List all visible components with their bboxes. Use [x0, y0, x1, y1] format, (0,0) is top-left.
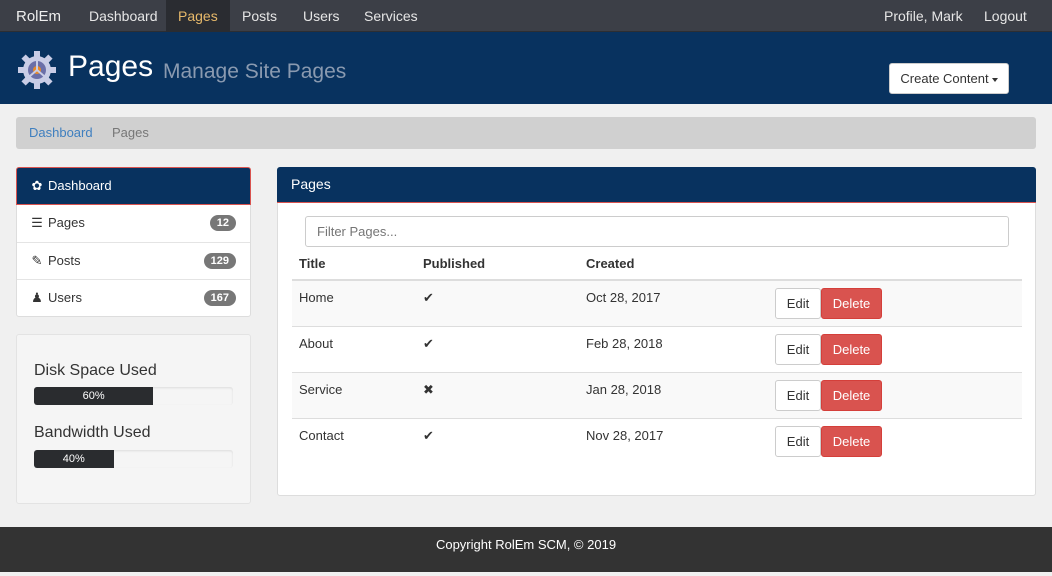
column-header-created: Created — [579, 247, 768, 281]
pages-panel: Pages Title Published Created Home ✔ Oct… — [277, 167, 1036, 496]
pencil-icon: ✎ — [31, 253, 43, 268]
row-created: Oct 28, 2017 — [579, 280, 768, 326]
nav-users[interactable]: Users — [291, 0, 352, 32]
bandwidth-label: Bandwidth Used — [34, 424, 151, 441]
row-title: Contact — [292, 417, 416, 464]
disk-space-progress: 60% — [34, 387, 233, 405]
sidebar-item-users[interactable]: ♟ Users 167 — [17, 279, 250, 316]
column-header-title: Title — [292, 247, 416, 281]
nav-pages[interactable]: Pages — [166, 0, 230, 32]
sidebar-item-label: Pages — [48, 215, 85, 230]
check-icon: ✔ — [416, 280, 579, 326]
bandwidth-progress: 40% — [34, 450, 233, 468]
filter-pages-input[interactable] — [305, 216, 1009, 247]
table-row: Service ✖ Jan 28, 2018 Edit Delete — [292, 371, 1022, 418]
nav-dashboard[interactable]: Dashboard — [77, 0, 170, 32]
page-header: Pages Manage Site Pages Create Content — [0, 32, 1052, 104]
disk-space-label: Disk Space Used — [34, 362, 157, 379]
posts-count-badge: 129 — [203, 253, 236, 269]
check-icon: ✔ — [416, 417, 579, 464]
usage-panel: Disk Space Used 60% Bandwidth Used 40% — [16, 334, 251, 504]
pages-count-badge: 12 — [209, 215, 236, 231]
sidebar-item-posts[interactable]: ✎ Posts 129 — [17, 242, 250, 279]
row-created: Nov 28, 2017 — [579, 417, 768, 464]
delete-button[interactable]: Delete — [821, 425, 882, 457]
edit-button[interactable]: Edit — [775, 288, 821, 319]
users-count-badge: 167 — [203, 290, 236, 306]
table-row: About ✔ Feb 28, 2018 Edit Delete — [292, 325, 1022, 372]
nav-logout[interactable]: Logout — [972, 0, 1039, 32]
brand-link[interactable]: RolEm — [16, 8, 61, 25]
sidebar-item-dashboard[interactable]: ✿ Dashboard — [16, 167, 251, 205]
nav-services[interactable]: Services — [352, 0, 430, 32]
user-icon: ♟ — [31, 290, 43, 305]
cog-icon: ✿ — [31, 178, 43, 193]
sidebar-item-label: Users — [48, 290, 82, 305]
sidebar-menu: ✿ Dashboard ☰ Pages 12 ✎ Posts 129 ♟ Users 1… — [16, 167, 251, 317]
column-header-actions — [768, 247, 1022, 281]
table-row: Home ✔ Oct 28, 2017 Edit Delete — [292, 280, 1022, 326]
delete-button[interactable]: Delete — [821, 333, 882, 365]
bandwidth-bar: 40% — [34, 450, 114, 468]
breadcrumb-current: Pages — [112, 125, 149, 140]
breadcrumb-dashboard-link[interactable]: Dashboard — [29, 125, 93, 140]
delete-button[interactable]: Delete — [821, 379, 882, 411]
create-content-label: Create Content — [900, 71, 989, 86]
sidebar-item-label: Dashboard — [48, 178, 112, 193]
list-icon: ☰ — [31, 215, 43, 230]
page-footer: Copyright RolEm SCM, © 2019 — [0, 527, 1052, 572]
edit-button[interactable]: Edit — [775, 425, 821, 457]
row-title: Service — [292, 371, 416, 418]
caret-down-icon — [991, 77, 998, 82]
sidebar-item-pages[interactable]: ☰ Pages 12 — [17, 205, 250, 242]
nav-posts[interactable]: Posts — [230, 0, 289, 32]
edit-button[interactable]: Edit — [775, 333, 821, 365]
column-header-published: Published — [416, 247, 579, 281]
row-created: Feb 28, 2018 — [579, 325, 768, 372]
create-content-button[interactable]: Create Content — [889, 63, 1009, 94]
page-title: Pages — [68, 50, 154, 83]
table-row: Contact ✔ Nov 28, 2017 Edit Delete — [292, 417, 1022, 464]
panel-title: Pages — [277, 167, 1036, 203]
delete-button[interactable]: Delete — [821, 288, 882, 319]
sidebar-item-label: Posts — [48, 253, 81, 268]
gear-icon — [18, 51, 56, 89]
row-created: Jan 28, 2018 — [579, 371, 768, 418]
row-title: About — [292, 325, 416, 372]
top-navbar: RolEm Dashboard Pages Posts Users Servic… — [0, 0, 1052, 32]
nav-profile[interactable]: Profile, Mark — [872, 0, 975, 32]
row-title: Home — [292, 280, 416, 326]
breadcrumb: Dashboard Pages — [16, 117, 1036, 149]
check-icon: ✔ — [416, 325, 579, 372]
page-subtitle: Manage Site Pages — [163, 60, 347, 83]
cross-icon: ✖ — [416, 371, 579, 418]
disk-space-bar: 60% — [34, 387, 154, 405]
pages-table: Title Published Created Home ✔ Oct 28, 2… — [292, 247, 1022, 464]
edit-button[interactable]: Edit — [775, 379, 821, 411]
